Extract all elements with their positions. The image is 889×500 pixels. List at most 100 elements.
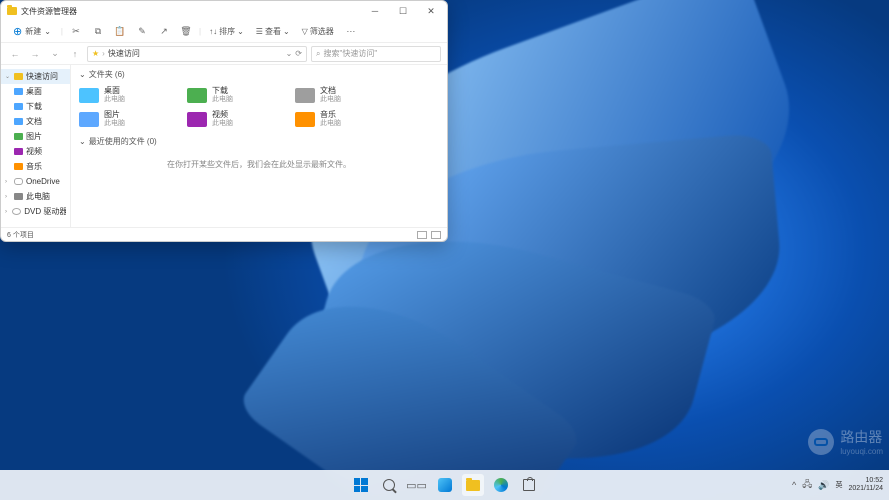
explorer-toolbar: ⊕ 新建 ⌄ | ✂ ⧉ 📋 ✎ ↗ 🗑 | ↑↓ 排序 ⌄ ☰ 查看 ⌄ ▽ … [1,21,447,43]
store-taskbar-button[interactable] [518,474,540,496]
task-view-button[interactable]: ▭▭ [406,474,428,496]
chevron-down-icon: ⌄ [44,27,51,36]
folder-item-2[interactable]: 文档此电脑 [295,84,395,106]
file-explorer-window: 文件资源管理器 ─ ☐ ✕ ⊕ 新建 ⌄ | ✂ ⧉ 📋 ✎ ↗ 🗑 | ↑↓ … [0,0,448,242]
orange-icon [14,163,23,170]
search-input[interactable]: ⌕ 搜索"快速访问" [311,46,441,62]
sidebar-item-5[interactable]: 视频 [1,144,70,159]
sidebar-item-label: 视频 [26,146,42,157]
address-dropdown[interactable]: ⌄ [286,49,293,58]
edge-taskbar-button[interactable] [490,474,512,496]
folder-icon [187,88,207,103]
chevron-icon: › [5,209,9,215]
folder-name: 视频 [212,111,233,120]
window-title: 文件资源管理器 [21,6,361,17]
folder-name: 文档 [320,87,341,96]
clock[interactable]: 10:52 2021/11/24 [848,477,883,492]
sort-button[interactable]: ↑↓ 排序 ⌄ [205,24,248,39]
cut-button[interactable]: ✂ [67,23,85,41]
filter-icon: ▽ [302,27,308,36]
nav-pane: ⌄快速访问桌面下载文档图片视频音乐 › OneDrive ›此电脑 › DVD 驱动器 (… [1,65,71,227]
widgets-button[interactable] [434,474,456,496]
breadcrumb[interactable]: 快速访问 [108,48,140,59]
chevron-down-icon: ⌄ [79,137,86,146]
sidebar-item-4[interactable]: 图片 [1,129,70,144]
folder-item-0[interactable]: 桌面此电脑 [79,84,179,106]
details-view-button[interactable] [417,231,427,239]
sidebar-item-9[interactable]: › DVD 驱动器 (D:) [1,204,70,219]
sidebar-item-label: 下载 [26,101,42,112]
blue-icon [14,118,23,125]
sidebar-item-2[interactable]: 下载 [1,99,70,114]
up-button[interactable]: ↑ [67,46,83,62]
disc-icon [12,208,21,215]
refresh-button[interactable]: ⟳ [295,49,302,58]
star-icon [14,73,23,80]
new-button[interactable]: ⊕ 新建 ⌄ [7,23,57,40]
view-icon: ☰ [256,27,263,36]
watermark-logo [808,429,834,455]
network-icon[interactable]: 🖧 [802,477,812,493]
sidebar-item-3[interactable]: 文档 [1,114,70,129]
star-icon: ★ [92,49,99,58]
rename-button[interactable]: ✎ [133,23,151,41]
folder-location: 此电脑 [320,120,341,128]
sidebar-item-label: DVD 驱动器 (D:) [24,206,66,217]
forward-button[interactable]: → [27,46,43,62]
sidebar-item-label: 此电脑 [26,191,50,202]
folders-section-header[interactable]: ⌄ 文件夹 (6) [79,69,439,80]
sidebar-item-label: 音乐 [26,161,42,172]
search-icon: ⌕ [316,49,320,59]
start-button[interactable] [350,474,372,496]
blue-icon [14,88,23,95]
sort-icon: ↑↓ [209,27,217,36]
sidebar-item-6[interactable]: 音乐 [1,159,70,174]
address-bar[interactable]: ★ › 快速访问 ⌄ ⟳ [87,46,307,62]
sidebar-item-1[interactable]: 桌面 [1,84,70,99]
share-button[interactable]: ↗ [155,23,173,41]
folder-icon [295,88,315,103]
folder-item-1[interactable]: 下载此电脑 [187,84,287,106]
sidebar-item-label: 快速访问 [26,71,58,82]
folder-item-4[interactable]: 视频此电脑 [187,108,287,130]
folder-item-3[interactable]: 图片此电脑 [79,108,179,130]
view-button[interactable]: ☰ 查看 ⌄ [252,24,294,39]
folder-name: 图片 [104,111,125,120]
more-button[interactable]: ⋯ [342,23,360,41]
pc-icon [14,193,23,200]
close-button[interactable]: ✕ [417,1,445,21]
folder-icon [7,7,17,15]
recent-section-header[interactable]: ⌄ 最近使用的文件 (0) [79,136,439,147]
folder-location: 此电脑 [104,120,125,128]
folder-icon [187,112,207,127]
copy-button[interactable]: ⧉ [89,23,107,41]
folder-location: 此电脑 [320,96,341,104]
volume-icon[interactable]: 🔊 [818,480,829,491]
taskbar: ▭▭ ^ 🖧 🔊 英 10:52 2021/11/24 [0,470,889,500]
maximize-button[interactable]: ☐ [389,1,417,21]
file-explorer-taskbar-button[interactable] [462,474,484,496]
sidebar-item-7[interactable]: › OneDrive [1,174,70,189]
chevron-icon: › [5,179,11,185]
search-taskbar-button[interactable] [378,474,400,496]
folder-name: 桌面 [104,87,125,96]
sidebar-item-0[interactable]: ⌄快速访问 [1,69,70,84]
watermark: 路由器 luyouqi.com [808,427,883,456]
sidebar-item-label: OneDrive [26,177,60,186]
back-button[interactable]: ← [7,46,23,62]
nav-chevron-down[interactable]: ⌄ [47,46,63,62]
filter-button[interactable]: ▽ 筛选器 [298,24,338,39]
tray-overflow-button[interactable]: ^ [792,480,796,490]
sidebar-item-8[interactable]: ›此电脑 [1,189,70,204]
content-pane: ⌄ 文件夹 (6) 桌面此电脑下载此电脑文档此电脑图片此电脑视频此电脑音乐此电脑… [71,65,447,227]
folder-icon [79,88,99,103]
delete-button[interactable]: 🗑 [177,23,195,41]
plus-icon: ⊕ [13,25,22,38]
folder-item-5[interactable]: 音乐此电脑 [295,108,395,130]
paste-button[interactable]: 📋 [111,23,129,41]
minimize-button[interactable]: ─ [361,1,389,21]
ime-indicator[interactable]: 英 [835,480,842,490]
icons-view-button[interactable] [431,231,441,239]
sidebar-item-label: 桌面 [26,86,42,97]
titlebar[interactable]: 文件资源管理器 ─ ☐ ✕ [1,1,447,21]
